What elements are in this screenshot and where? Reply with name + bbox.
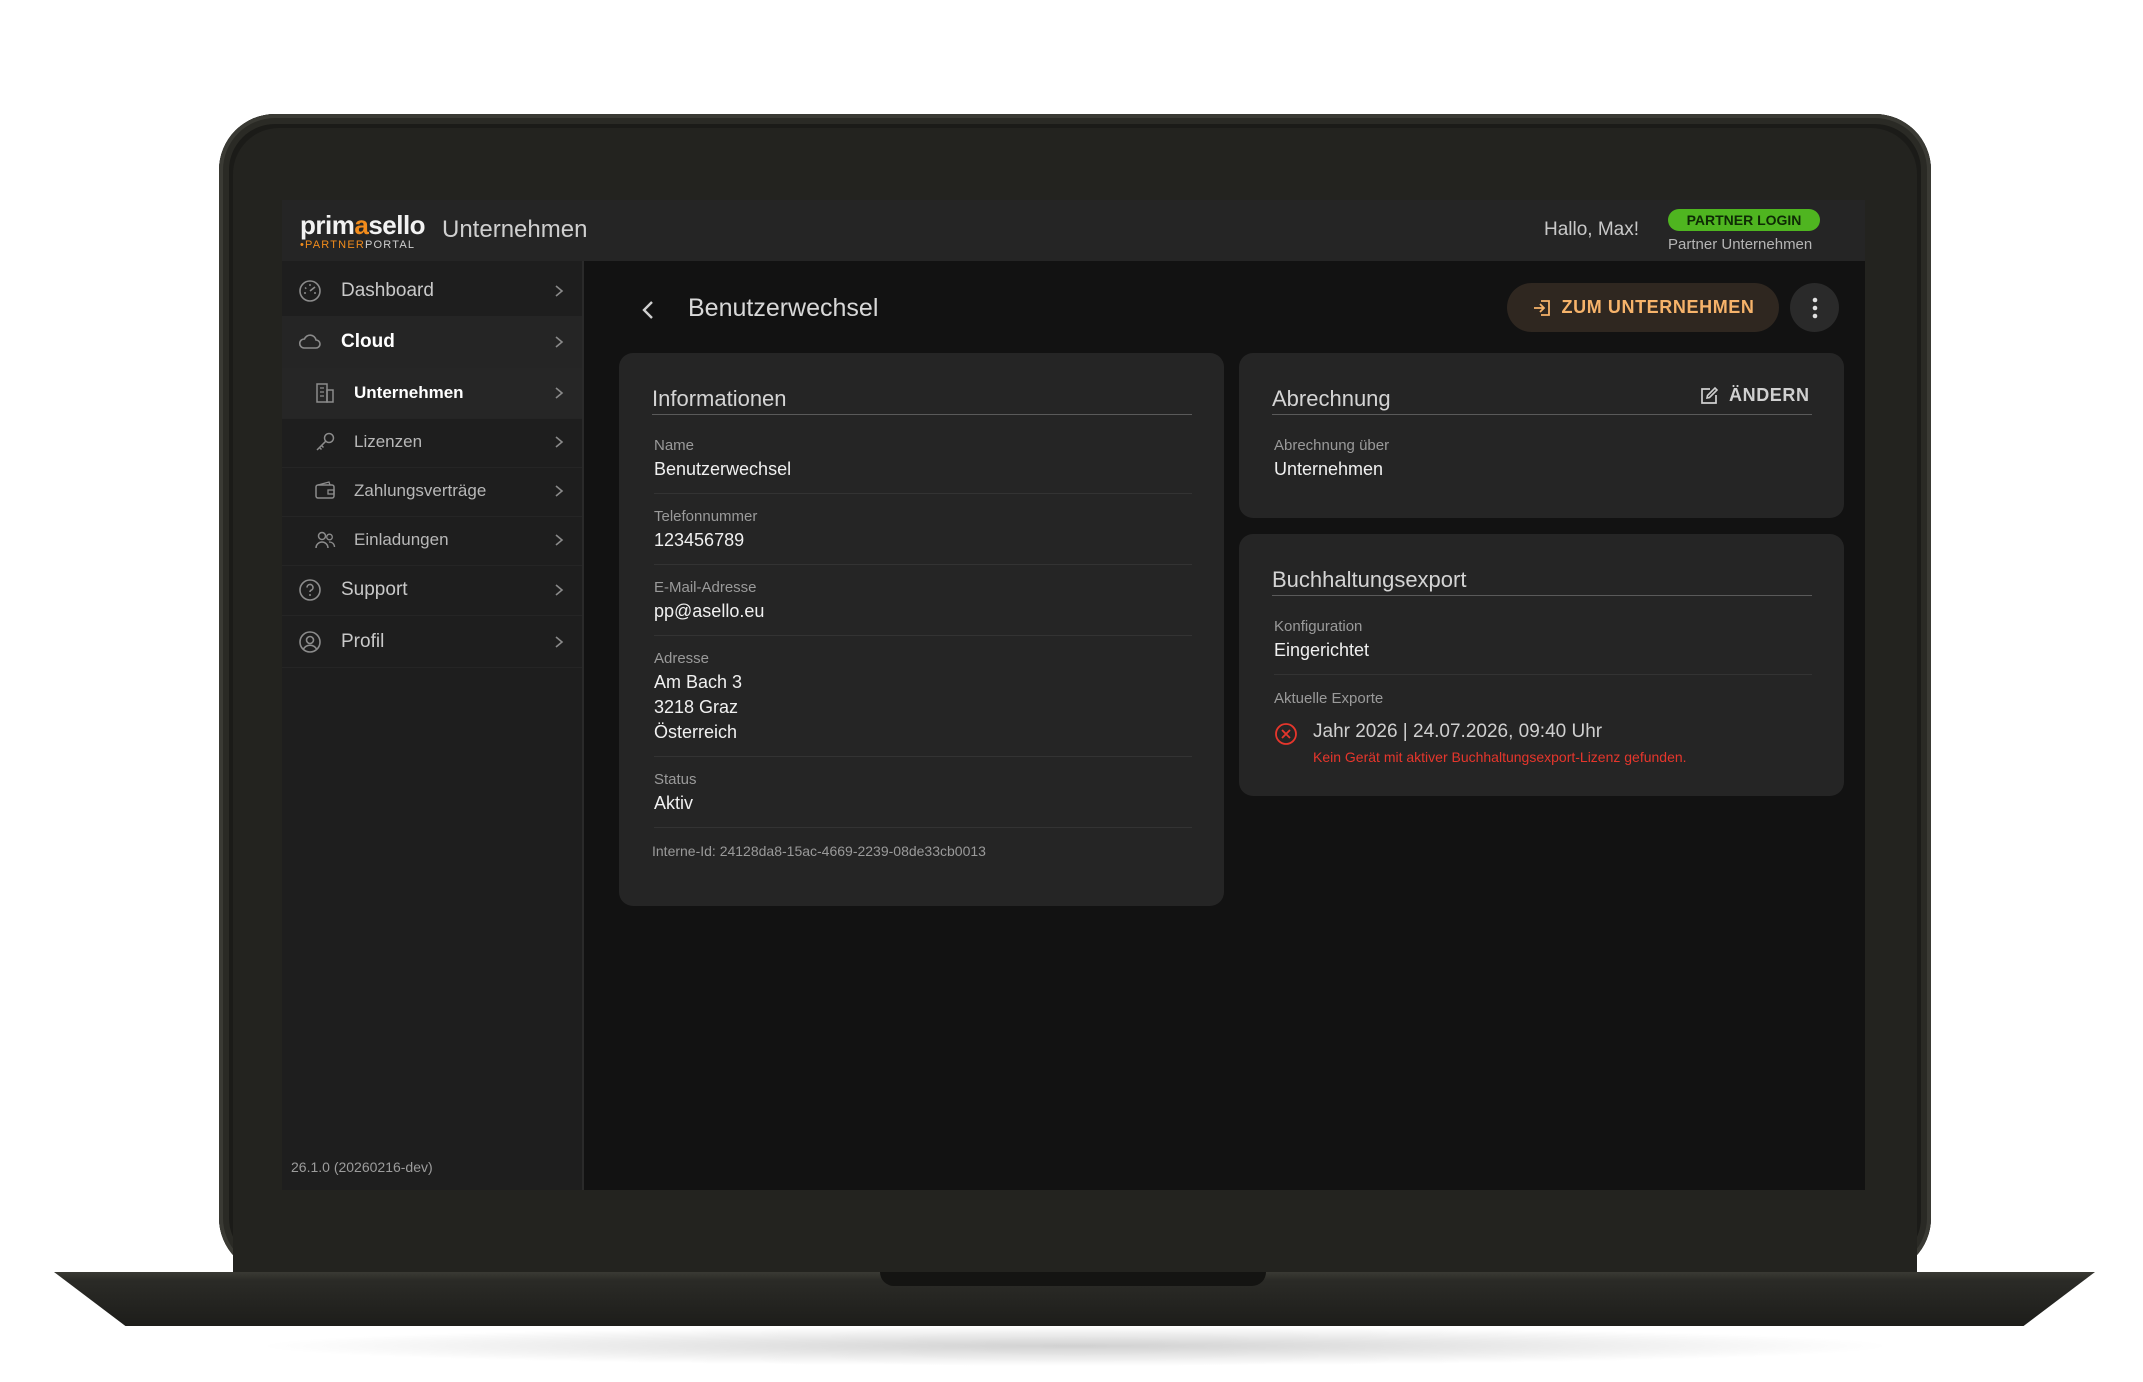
internal-id: Interne-Id: 24128da8-15ac-4669-2239-08de… — [652, 843, 986, 859]
address-label: Adresse — [654, 650, 710, 667]
sidebar-item-einladungen[interactable]: Einladungen — [282, 515, 582, 566]
key-icon — [316, 432, 335, 451]
email-label: E-Mail-Adresse — [654, 579, 757, 596]
more-vertical-icon — [1812, 297, 1817, 318]
chevron-right-icon — [555, 387, 564, 399]
logo[interactable]: primasello •PARTNERPORTAL — [300, 210, 426, 251]
divider — [654, 493, 1192, 494]
sidebar-item-label: Dashboard — [341, 280, 434, 301]
chevron-right-icon — [555, 436, 564, 448]
partner-login-badge[interactable]: PARTNER LOGIN — [1668, 209, 1820, 231]
user-circle-icon — [299, 631, 321, 653]
sidebar-item-label: Support — [341, 579, 408, 600]
go-to-company-button[interactable]: ZUM UNTERNEHMEN — [1507, 283, 1779, 332]
sidebar-item-support[interactable]: Support — [282, 565, 582, 616]
export-entry[interactable]: Jahr 2026 | 24.07.2026, 09:40 Uhr — [1313, 721, 1602, 743]
divider — [1272, 595, 1812, 596]
more-options-button[interactable] — [1790, 283, 1839, 332]
info-card: Informationen Name Benutzerwechsel Telef… — [619, 353, 1224, 906]
user-greeting: Hallo, Max! — [1544, 219, 1640, 240]
laptop-shadow — [250, 1326, 1900, 1366]
go-to-company-label: ZUM UNTERNEHMEN — [1561, 297, 1755, 317]
cloud-icon — [298, 334, 321, 349]
laptop-hinge-notch — [880, 1272, 1266, 1286]
billing-card: Abrechnung Abrechnung über Unternehmen — [1239, 353, 1844, 518]
error-circle-icon — [1275, 723, 1297, 745]
divider — [1272, 414, 1812, 415]
login-icon — [1533, 299, 1550, 316]
chevron-right-icon — [555, 636, 564, 648]
wallet-icon — [315, 481, 335, 499]
sidebar-item-cloud[interactable]: Cloud — [282, 317, 582, 368]
sidebar-item-zahlungsvertraege[interactable]: Zahlungsverträge — [282, 466, 582, 517]
users-icon — [315, 531, 336, 549]
chevron-right-icon — [555, 336, 564, 348]
divider — [654, 756, 1192, 757]
sidebar-item-label: Unternehmen — [354, 383, 464, 402]
config-label: Konfiguration — [1274, 618, 1363, 635]
exports-label: Aktuelle Exporte — [1274, 690, 1384, 707]
chevron-right-icon — [555, 584, 564, 596]
address-line-1: Am Bach 3 — [654, 672, 743, 692]
divider — [654, 635, 1192, 636]
building-icon — [316, 383, 334, 403]
export-error-message: Kein Gerät mit aktiver Buchhaltungsexpor… — [1313, 749, 1687, 765]
billing-label: Abrechnung über — [1274, 437, 1390, 454]
sidebar-item-profil[interactable]: Profil — [282, 617, 582, 668]
sidebar-item-label: Einladungen — [354, 530, 449, 549]
export-card-title: Buchhaltungsexport — [1272, 567, 1467, 592]
sidebar: Dashboard Cloud Unternehmen Lizenzen Zah… — [282, 261, 584, 1190]
sidebar-item-dashboard[interactable]: Dashboard — [282, 266, 582, 317]
chevron-right-icon — [555, 485, 564, 497]
gauge-icon — [299, 280, 321, 302]
edit-icon — [1701, 386, 1719, 404]
divider — [654, 827, 1192, 828]
divider — [652, 414, 1192, 415]
sidebar-item-label: Profil — [341, 631, 385, 652]
logo-wordmark: primasello — [300, 210, 426, 240]
email-value: pp@asello.eu — [654, 601, 765, 621]
divider — [654, 564, 1192, 565]
sidebar-item-unternehmen[interactable]: Unternehmen — [282, 368, 582, 419]
help-icon — [299, 579, 321, 601]
billing-card-title: Abrechnung — [1272, 386, 1391, 411]
sidebar-item-label: Lizenzen — [354, 432, 423, 451]
config-value: Eingerichtet — [1274, 640, 1370, 660]
chevron-right-icon — [555, 534, 564, 546]
info-card-title: Informationen — [652, 386, 787, 411]
logo-subtitle: •PARTNERPORTAL — [300, 239, 416, 251]
phone-value: 123456789 — [654, 530, 745, 550]
page-title: Benutzerwechsel — [688, 294, 879, 322]
phone-label: Telefonnummer — [654, 508, 758, 525]
back-arrow-icon[interactable] — [634, 295, 664, 325]
billing-value: Unternehmen — [1274, 459, 1384, 479]
app-title: Unternehmen — [442, 216, 588, 243]
app-version: 26.1.0 (20260216-dev) — [291, 1159, 433, 1175]
app-screen: primasello •PARTNERPORTAL Unternehmen Ha… — [282, 200, 1865, 1190]
address-line-3: Österreich — [654, 722, 738, 742]
address-line-2: 3218 Graz — [654, 697, 739, 717]
sidebar-item-label: Zahlungsverträge — [354, 481, 487, 500]
edit-billing-label: ÄNDERN — [1729, 385, 1810, 405]
status-label: Status — [654, 771, 697, 788]
chevron-right-icon — [555, 285, 564, 297]
sidebar-item-label: Cloud — [341, 331, 395, 352]
status-value: Aktiv — [654, 793, 694, 813]
name-label: Name — [654, 437, 695, 454]
partner-company-name: Partner Unternehmen — [1668, 236, 1813, 253]
top-bar: primasello •PARTNERPORTAL Unternehmen Ha… — [282, 200, 1865, 261]
sidebar-item-lizenzen[interactable]: Lizenzen — [282, 417, 582, 468]
edit-billing-button[interactable]: ÄNDERN — [1699, 385, 1810, 406]
divider — [1274, 674, 1812, 675]
name-value: Benutzerwechsel — [654, 459, 792, 479]
